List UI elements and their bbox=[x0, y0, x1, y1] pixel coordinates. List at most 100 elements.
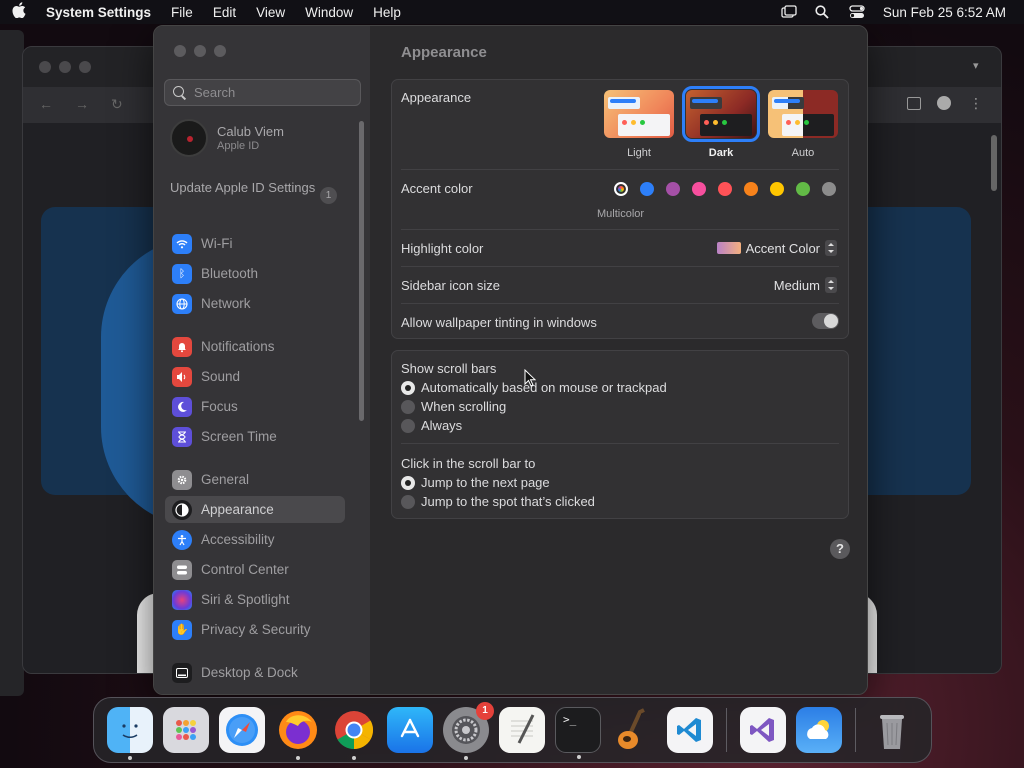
browser-scrollbar[interactable] bbox=[991, 135, 997, 191]
sidebar-item-network[interactable]: Network bbox=[165, 290, 345, 317]
control-center-icon[interactable] bbox=[849, 5, 865, 19]
sidebar-item-label: Privacy & Security bbox=[201, 622, 311, 637]
launchpad-icon[interactable] bbox=[163, 707, 209, 753]
siri-icon bbox=[172, 589, 192, 610]
avatar bbox=[170, 119, 208, 157]
apple-id-profile[interactable]: Calub Viem Apple ID bbox=[170, 119, 284, 157]
weather-icon[interactable] bbox=[796, 707, 842, 753]
wallpaper-tinting-label: Allow wallpaper tinting in windows bbox=[401, 315, 597, 330]
radio-jump-next-page[interactable]: Jump to the next page bbox=[401, 475, 550, 490]
theme-option-dark[interactable]: Dark bbox=[682, 86, 760, 159]
sidebar-item-screen-time[interactable]: Screen Time bbox=[165, 423, 345, 450]
sidebar-item-accessibility[interactable]: Accessibility bbox=[165, 526, 345, 553]
theme-option-light[interactable]: Light bbox=[604, 90, 674, 159]
sidebar-item-desktop-dock[interactable]: Desktop & Dock bbox=[165, 659, 345, 686]
update-count-badge: 1 bbox=[320, 187, 337, 204]
sidebar-item-label: Appearance bbox=[201, 502, 274, 517]
window-traffic-lights bbox=[174, 45, 226, 57]
reload-icon[interactable]: ↻ bbox=[111, 96, 123, 113]
profile-icon[interactable] bbox=[937, 96, 951, 110]
accent-multicolor-swatch[interactable] bbox=[614, 182, 628, 196]
apple-menu-icon[interactable] bbox=[12, 2, 32, 22]
menubar-clock[interactable]: Sun Feb 25 6:52 AM bbox=[883, 5, 1006, 20]
screen-mirroring-icon[interactable] bbox=[781, 5, 797, 19]
safari-icon[interactable] bbox=[219, 707, 265, 753]
wallpaper-tinting-toggle[interactable] bbox=[812, 313, 839, 329]
sidebar-item-notifications[interactable]: Notifications bbox=[165, 333, 345, 360]
accent-blue-swatch[interactable] bbox=[640, 182, 654, 196]
accent-yellow-swatch[interactable] bbox=[770, 182, 784, 196]
sidebar-item-general[interactable]: General bbox=[165, 466, 345, 493]
terminal-icon[interactable]: >_ bbox=[555, 707, 601, 759]
menu-help[interactable]: Help bbox=[373, 5, 401, 20]
accent-green-swatch[interactable] bbox=[796, 182, 810, 196]
theme-option-auto[interactable]: Auto bbox=[768, 90, 838, 159]
highlight-color-label: Highlight color bbox=[401, 241, 484, 256]
sidebar-item-sound[interactable]: Sound bbox=[165, 363, 345, 390]
accent-orange-swatch[interactable] bbox=[744, 182, 758, 196]
moon-icon bbox=[172, 396, 192, 417]
chrome-icon[interactable] bbox=[331, 707, 377, 760]
updown-chevron-icon bbox=[825, 277, 837, 293]
radio-scroll-when-scrolling[interactable]: When scrolling bbox=[401, 399, 506, 414]
highlight-color-popup[interactable]: Accent Color bbox=[716, 240, 837, 256]
chevron-down-icon[interactable]: ▾ bbox=[973, 59, 989, 75]
visual-studio-icon[interactable] bbox=[740, 707, 786, 753]
search-icon bbox=[173, 85, 187, 100]
finder-icon[interactable] bbox=[107, 707, 153, 760]
radio-button bbox=[401, 418, 415, 433]
sidebar-item-focus[interactable]: Focus bbox=[165, 393, 345, 420]
click-scroll-bar-label: Click in the scroll bar to bbox=[401, 456, 536, 471]
textedit-icon[interactable] bbox=[499, 707, 545, 753]
sidebar-scrollbar[interactable] bbox=[359, 121, 364, 421]
scroll-bars-group: Show scroll bars Automatically based on … bbox=[391, 350, 849, 519]
sidebar-panel-icon[interactable] bbox=[907, 97, 921, 110]
menu-app-name[interactable]: System Settings bbox=[46, 5, 151, 20]
more-menu-icon[interactable]: ⋮ bbox=[969, 95, 983, 112]
sidebar-item-control-center[interactable]: Control Center bbox=[165, 556, 345, 583]
firefox-icon[interactable] bbox=[275, 707, 321, 760]
back-arrow-icon[interactable]: ← bbox=[39, 96, 53, 112]
trash-icon[interactable] bbox=[869, 707, 915, 753]
sidebar-item-siri-spotlight[interactable]: Siri & Spotlight bbox=[165, 586, 345, 613]
radio-label: Jump to the next page bbox=[421, 475, 550, 490]
menu-edit[interactable]: Edit bbox=[213, 5, 236, 20]
accent-graphite-swatch[interactable] bbox=[822, 182, 836, 196]
dark-theme-thumbnail bbox=[682, 86, 760, 142]
minimize-button[interactable] bbox=[194, 45, 206, 57]
theme-label-auto: Auto bbox=[791, 147, 815, 159]
running-indicator bbox=[577, 755, 581, 759]
accent-red-swatch[interactable] bbox=[718, 182, 732, 196]
sidebar-item-label: Control Center bbox=[201, 562, 289, 577]
search-field[interactable]: Search bbox=[164, 79, 361, 106]
accent-pink-swatch[interactable] bbox=[692, 182, 706, 196]
sidebar-item-privacy-security[interactable]: ✋ Privacy & Security bbox=[165, 616, 345, 643]
divider bbox=[401, 169, 839, 170]
zoom-button[interactable] bbox=[214, 45, 226, 57]
garageband-icon[interactable] bbox=[611, 707, 657, 753]
menu-window[interactable]: Window bbox=[305, 5, 353, 20]
profile-name: Calub Viem bbox=[217, 124, 284, 139]
accent-purple-swatch[interactable] bbox=[666, 182, 680, 196]
sidebar-icon-size-popup[interactable]: Medium bbox=[774, 277, 837, 293]
dock-separator bbox=[855, 708, 856, 752]
radio-scroll-always[interactable]: Always bbox=[401, 418, 462, 433]
spotlight-icon[interactable] bbox=[815, 5, 831, 19]
vscode-icon[interactable] bbox=[667, 707, 713, 753]
system-settings-icon[interactable]: 1 bbox=[443, 702, 494, 760]
app-store-icon[interactable] bbox=[387, 707, 433, 753]
sidebar-item-bluetooth[interactable]: ᛒ Bluetooth bbox=[165, 260, 345, 287]
radio-button bbox=[401, 494, 415, 509]
radio-button bbox=[401, 399, 415, 414]
menu-file[interactable]: File bbox=[171, 5, 193, 20]
close-button[interactable] bbox=[174, 45, 186, 57]
forward-arrow-icon[interactable]: → bbox=[75, 96, 89, 112]
speaker-icon bbox=[172, 366, 192, 387]
sidebar-item-appearance[interactable]: Appearance bbox=[165, 496, 345, 523]
highlight-swatch bbox=[716, 242, 741, 254]
menu-view[interactable]: View bbox=[256, 5, 285, 20]
sidebar-item-wifi[interactable]: Wi-Fi bbox=[165, 230, 345, 257]
updown-chevron-icon bbox=[825, 240, 837, 256]
help-button[interactable]: ? bbox=[830, 539, 850, 559]
radio-jump-to-spot[interactable]: Jump to the spot that’s clicked bbox=[401, 494, 595, 509]
